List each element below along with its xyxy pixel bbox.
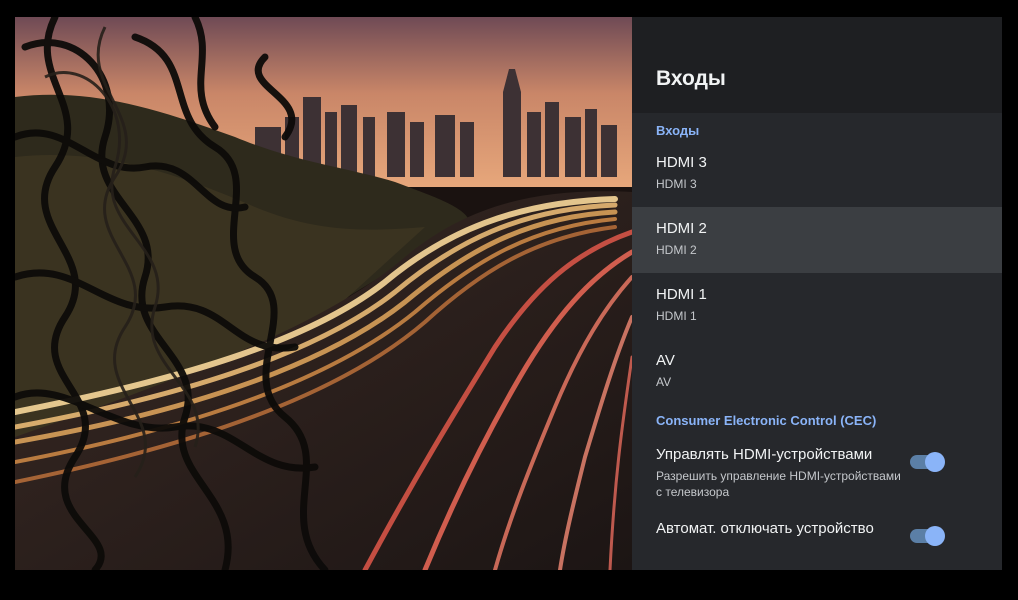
input-item-title: HDMI 3 xyxy=(656,154,707,171)
input-item-hdmi-1[interactable]: HDMI 1 HDMI 1 xyxy=(632,273,1002,339)
inputs-panel: Входы Входы HDMI 3 HDMI 3 HDMI 2 HDMI 2 … xyxy=(632,17,1002,570)
setting-hdmi-control[interactable]: Управлять HDMI-устройствами Разрешить уп… xyxy=(632,431,1002,505)
input-item-title: HDMI 2 xyxy=(656,220,707,237)
input-item-hdmi-2[interactable]: HDMI 2 HDMI 2 xyxy=(632,207,1002,273)
tv-screen: Входы Входы HDMI 3 HDMI 3 HDMI 2 HDMI 2 … xyxy=(15,17,1002,570)
input-item-subtitle: HDMI 3 xyxy=(656,177,697,191)
panel-title: Входы xyxy=(656,67,726,90)
section-label-cec: Consumer Electronic Control (CEC) xyxy=(656,413,877,428)
panel-header: Входы xyxy=(632,17,1002,113)
toggle-knob xyxy=(925,452,945,472)
auto-power-off-toggle[interactable] xyxy=(910,526,945,546)
input-item-subtitle: HDMI 2 xyxy=(656,243,697,257)
hdmi-control-toggle[interactable] xyxy=(910,452,945,472)
input-item-av[interactable]: AV AV xyxy=(632,339,1002,405)
input-item-title: AV xyxy=(656,352,675,369)
setting-description: Разрешить управление HDMI-устройствами с… xyxy=(656,469,901,499)
input-item-subtitle: AV xyxy=(656,375,672,389)
setting-auto-power-off[interactable]: Автомат. отключать устройство xyxy=(632,505,1002,565)
input-item-hdmi-3[interactable]: HDMI 3 HDMI 3 xyxy=(632,141,1002,207)
input-item-title: HDMI 1 xyxy=(656,286,707,303)
input-item-subtitle: HDMI 1 xyxy=(656,309,697,323)
toggle-knob xyxy=(925,526,945,546)
section-label-inputs: Входы xyxy=(656,123,700,138)
setting-title: Автомат. отключать устройство xyxy=(656,520,874,537)
setting-title: Управлять HDMI-устройствами xyxy=(656,446,873,463)
wallpaper-image xyxy=(15,17,632,570)
